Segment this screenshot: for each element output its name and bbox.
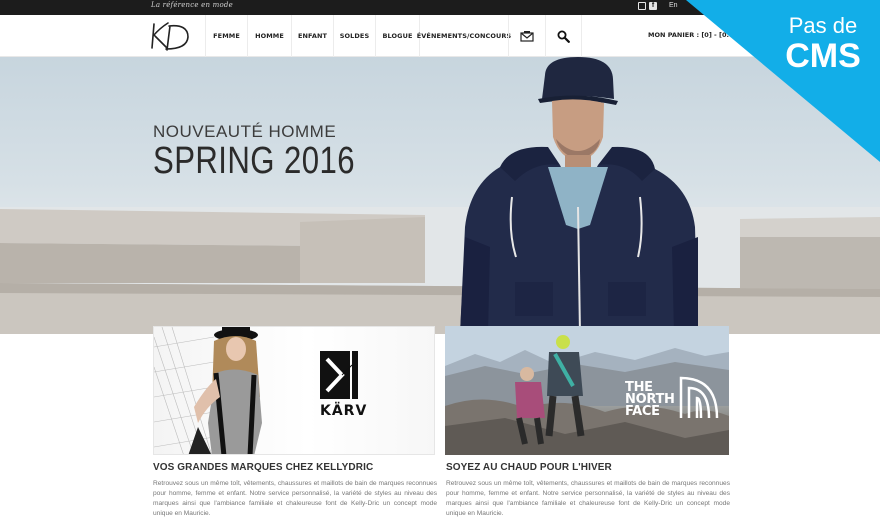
ribbon-label: Pas de CMS	[778, 13, 868, 75]
hero-title: SPRING 2016	[153, 140, 355, 182]
nav-enfant[interactable]: ENFANT	[291, 15, 333, 57]
hero-image	[0, 57, 880, 334]
section-winter: SOYEZ AU CHAUD POUR L'HIVER Retrouvez so…	[446, 462, 730, 519]
north-face-logo-text: THE NORTH FACE	[625, 381, 675, 419]
section-text: Retrouvez sous un même toît, vêtements, …	[446, 480, 730, 517]
north-face-panel-image	[445, 326, 729, 455]
language-switch[interactable]: En	[669, 2, 678, 9]
social-links: f	[638, 2, 657, 10]
section-title: SOYEZ AU CHAUD POUR L'HIVER	[446, 462, 612, 473]
section-brands: VOS GRANDES MARQUES CHEZ KELLYDRIC Retro…	[153, 462, 437, 519]
instagram-icon[interactable]	[638, 2, 646, 10]
nav-homme[interactable]: HOMME	[247, 15, 291, 57]
search-icon	[557, 30, 570, 43]
karv-brand-name: KÄRV	[320, 403, 368, 419]
facebook-icon[interactable]: f	[649, 2, 657, 10]
hero-banner[interactable]: NOUVEAUTÉ HOMME SPRING 2016	[0, 57, 880, 334]
brand-panel-north-face[interactable]: THE NORTH FACE	[445, 326, 729, 455]
newsletter-button[interactable]	[508, 15, 545, 57]
ribbon-line-1: Pas de	[788, 13, 858, 38]
section-text: Retrouvez sous un même toît, vêtements, …	[153, 480, 437, 517]
nav-femme[interactable]: FEMME	[205, 15, 247, 57]
section-title: VOS GRANDES MARQUES CHEZ KELLYDRIC	[153, 462, 374, 473]
kd-logo[interactable]	[148, 18, 194, 54]
main-nav: FEMME HOMME ENFANT SOLDES BLOGUE ÉVÉNEME…	[205, 15, 582, 57]
nav-soldes[interactable]: SOLDES	[333, 15, 375, 57]
tagline: La référence en mode	[151, 1, 233, 9]
nav-blogue[interactable]: BLOGUE	[375, 15, 419, 57]
ribbon-line-2: CMS	[785, 37, 861, 75]
north-face-line-3: FACE	[625, 404, 660, 419]
brand-panel-karv[interactable]: KÄRV	[153, 326, 435, 455]
karv-panel-image	[154, 327, 358, 454]
nav-evenements-concours[interactable]: ÉVÉNEMENTS/CONCOURS	[417, 15, 511, 57]
envelope-icon	[520, 31, 534, 42]
search-button[interactable]	[545, 15, 582, 57]
